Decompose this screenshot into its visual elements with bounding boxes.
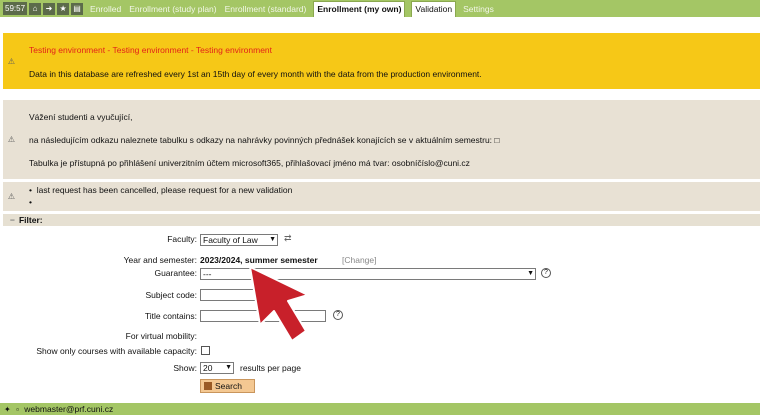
warning-icon: ⚠ <box>7 56 16 66</box>
notice-item-empty: • <box>29 197 32 207</box>
testing-environment-notice: ⚠ Testing environment - Testing environm… <box>3 33 760 89</box>
show-label: Show: <box>173 363 197 373</box>
change-semester-link[interactable]: [Change] <box>342 255 377 265</box>
help-icon[interactable]: ? <box>541 268 551 278</box>
testing-title: Testing environment - Testing environmen… <box>29 45 273 55</box>
home-icon[interactable]: ⌂ <box>29 2 42 15</box>
help-icon[interactable]: ? <box>333 310 343 320</box>
bulb-icon: ✦ <box>4 405 11 414</box>
session-timer: 59:57 <box>3 2 28 15</box>
virtual-mobility-label: For virtual mobility: <box>125 331 197 341</box>
tab-validation[interactable]: Validation <box>411 1 457 17</box>
chevron-down-icon: ▼ <box>527 270 534 277</box>
guarantee-label: Guarantee: <box>154 268 197 278</box>
swap-icon[interactable]: ⇄ <box>284 233 292 244</box>
access-info-text: Tabulka je přístupná po přihlášení unive… <box>29 158 470 168</box>
pointer-arrow-icon <box>249 266 309 342</box>
tab-settings[interactable]: Settings <box>462 2 495 17</box>
top-navigation-bar: 59:57 ⌂ ➜ ★ ▤ Enrolled Enrollment (study… <box>0 0 760 17</box>
year-semester-value: 2023/2024, summer semester <box>200 255 318 265</box>
search-button[interactable]: Search <box>200 379 255 393</box>
tab-enrolled[interactable]: Enrolled <box>89 2 122 17</box>
greeting-text: Vážení studenti a vyučující, <box>29 112 133 122</box>
tab-enrollment-standard[interactable]: Enrollment (standard) <box>224 2 308 17</box>
capacity-label: Show only courses with available capacit… <box>36 346 197 356</box>
tab-list: Enrolled Enrollment (study plan) Enrollm… <box>89 0 495 17</box>
year-semester-label: Year and semester: <box>123 255 197 265</box>
title-contains-label: Title contains: <box>144 311 197 321</box>
star-icon[interactable]: ★ <box>57 2 70 15</box>
search-icon <box>204 382 212 390</box>
warning-icon: ⚠ <box>7 192 16 201</box>
chevron-down-icon: ▼ <box>269 236 276 243</box>
warning-icon: ⚠ <box>7 135 16 144</box>
faculty-select[interactable]: Faculty of Law ▼ <box>200 234 278 246</box>
per-page-text: results per page <box>240 363 301 373</box>
tab-enrollment-my-own[interactable]: Enrollment (my own) <box>313 1 406 17</box>
tab-enrollment-study-plan[interactable]: Enrollment (study plan) <box>128 2 217 17</box>
notice-item: • last request has been cancelled, pleas… <box>29 185 293 195</box>
faculty-label: Faculty: <box>167 234 197 244</box>
validation-notice: ⚠ • last request has been cancelled, ple… <box>3 182 760 211</box>
lock-icon: ▫ <box>16 405 19 414</box>
recordings-link-text[interactable]: na následujícím odkazu naleznete tabulku… <box>29 135 500 145</box>
notice-text: last request has been cancelled, please … <box>36 185 293 195</box>
login-icon[interactable]: ➜ <box>43 2 56 15</box>
lecture-recordings-notice: ⚠ Vážení studenti a vyučující, na násled… <box>3 100 760 179</box>
webmaster-email-link[interactable]: webmaster@prf.cuni.cz <box>24 404 113 414</box>
print-icon[interactable]: ▤ <box>71 2 84 15</box>
pointer-arrow-shape <box>249 266 309 342</box>
filter-header[interactable]: − Filter: <box>3 214 760 226</box>
capacity-checkbox[interactable] <box>201 346 210 355</box>
results-per-page-select[interactable]: 20 ▼ <box>200 362 234 374</box>
filter-title: Filter: <box>18 215 43 225</box>
testing-text: Data in this database are refreshed ever… <box>29 69 482 79</box>
chevron-down-icon: ▼ <box>225 364 232 371</box>
footer-bar: ✦ ▫ webmaster@prf.cuni.cz <box>0 403 760 415</box>
subject-code-label: Subject code: <box>145 290 197 300</box>
collapse-icon[interactable]: − <box>10 215 15 225</box>
